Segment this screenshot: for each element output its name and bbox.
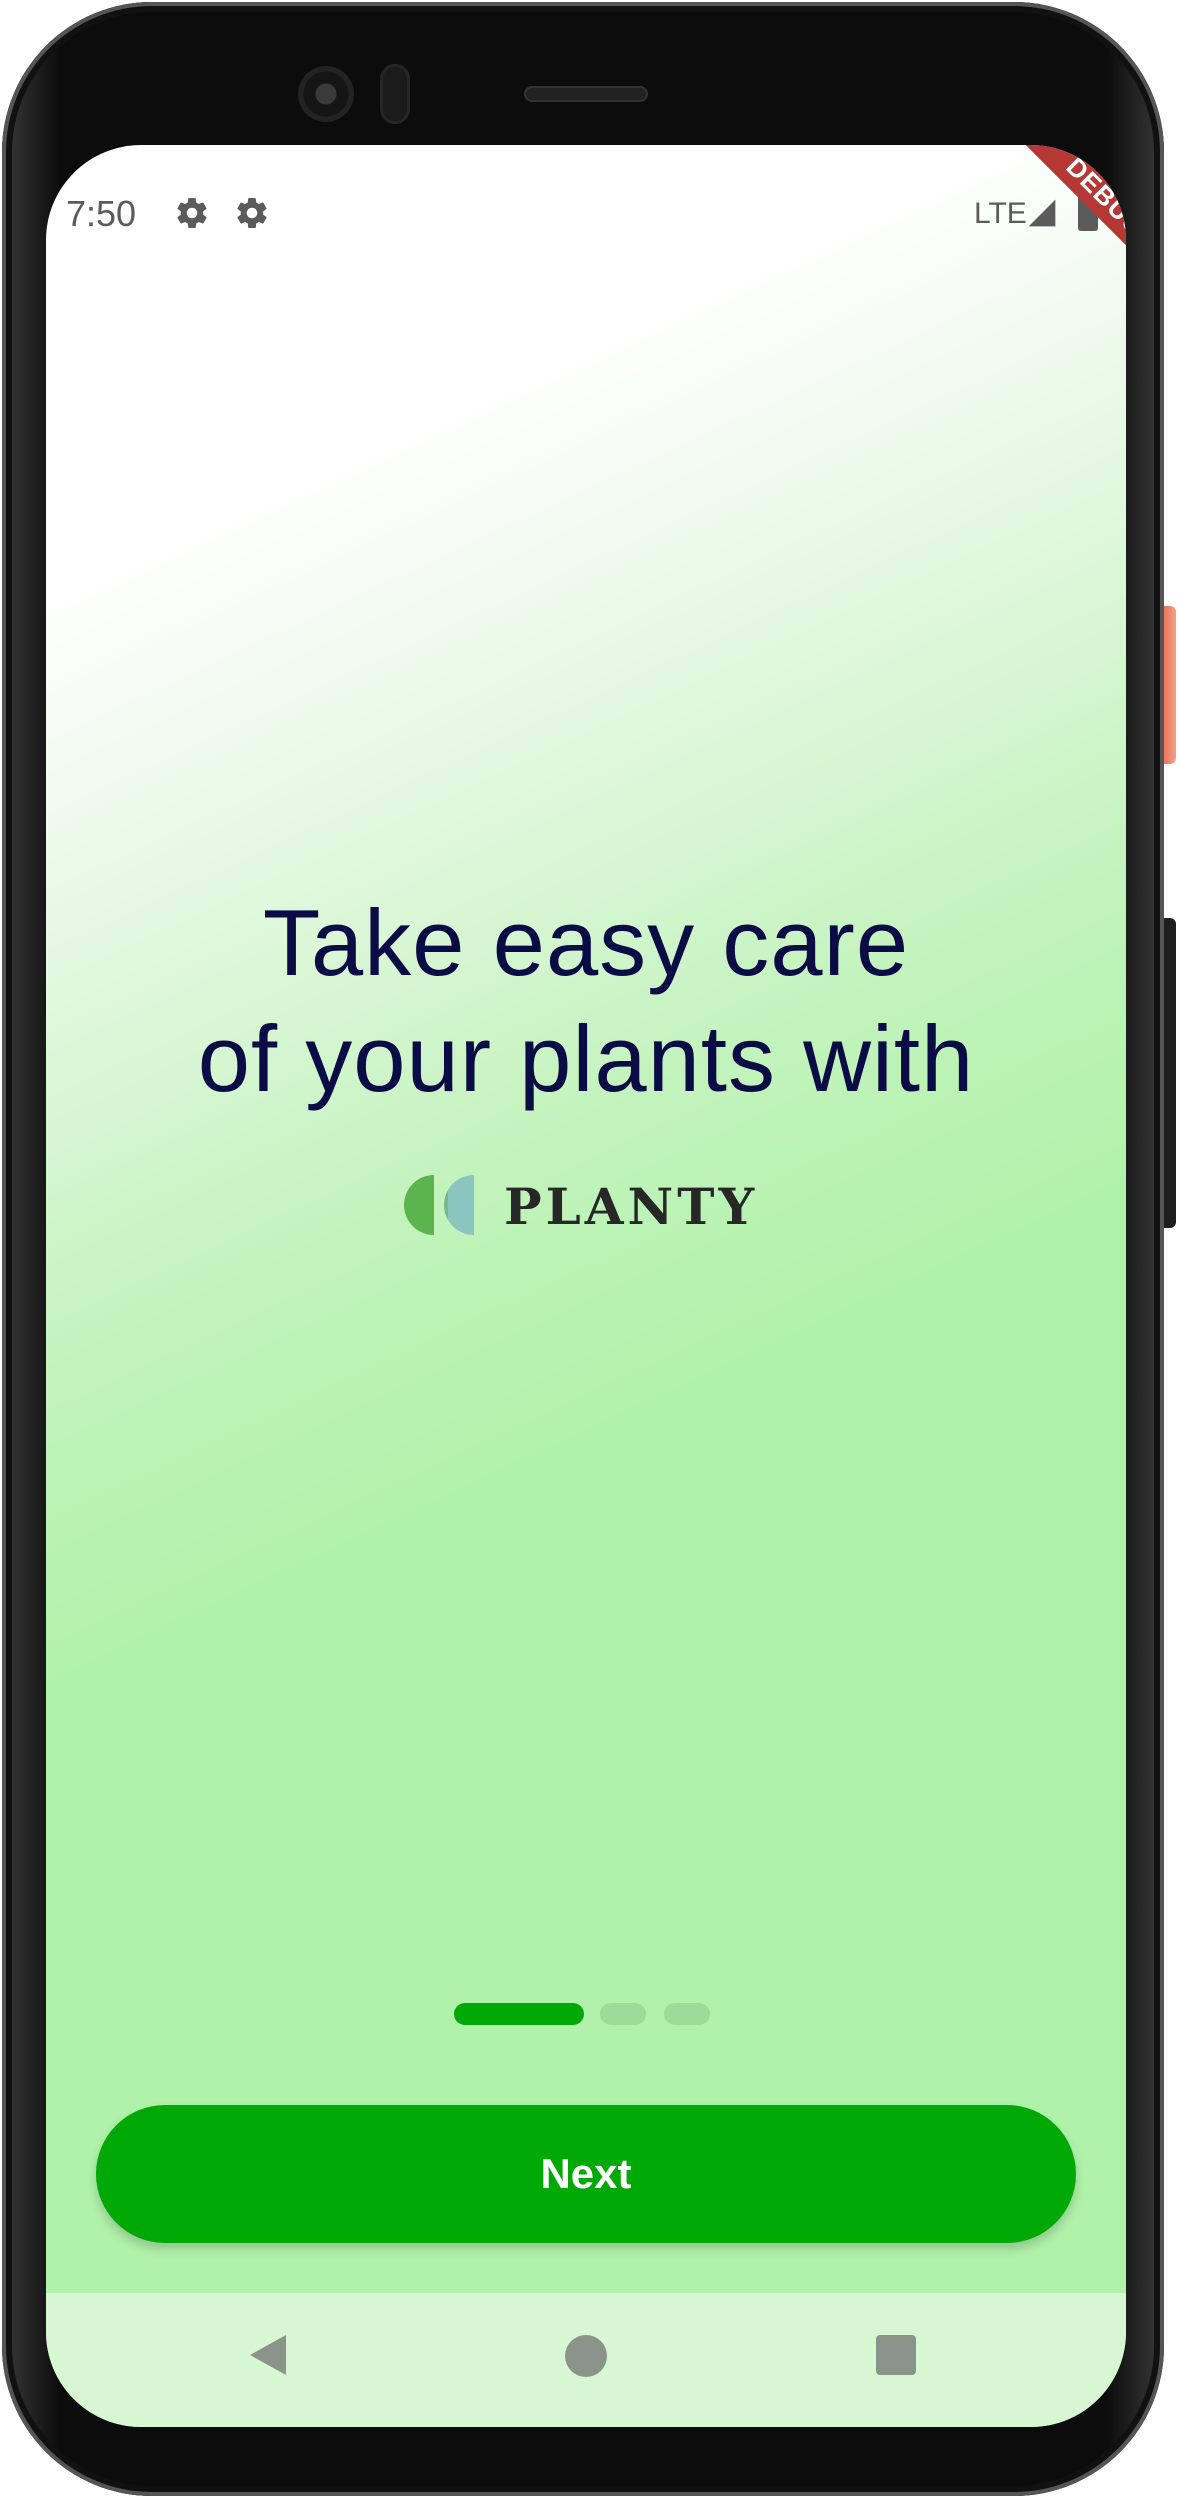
back-icon[interactable] <box>248 2333 288 2377</box>
brand-name: PLANTY <box>504 1177 759 1236</box>
settings-gear-icon <box>177 198 207 229</box>
earpiece-speaker <box>524 86 648 102</box>
next-button[interactable]: Next <box>96 2105 1076 2243</box>
network-type-label: LTE <box>974 197 1027 230</box>
app-screen: 7:50 LTE DEBUG Take easy care of your pl… <box>46 145 1126 2427</box>
page-indicator-dot-active <box>454 2003 584 2025</box>
status-bar: 7:50 LTE DEBUG <box>46 145 1126 285</box>
power-button <box>1164 606 1176 764</box>
page-indicator <box>454 2003 754 2027</box>
status-time: 7:50 <box>66 193 137 234</box>
home-icon[interactable] <box>565 2335 607 2377</box>
volume-button <box>1164 918 1176 1228</box>
page-indicator-dot <box>664 2003 710 2025</box>
signal-icon <box>1028 199 1056 227</box>
planty-logo-icon <box>404 1175 474 1235</box>
planty-logo: PLANTY <box>400 1173 780 1237</box>
headline-line-2: of your plants with <box>197 1006 975 1111</box>
front-camera <box>298 66 354 122</box>
proximity-sensor <box>380 64 410 124</box>
recents-icon[interactable] <box>876 2335 916 2375</box>
system-navigation-bar <box>46 2293 1126 2427</box>
page-indicator-dot <box>600 2003 646 2025</box>
headline-line-1: Take easy care <box>262 890 910 995</box>
onboarding-headline: Take easy care of your plants with <box>46 885 1126 1117</box>
settings-gear-icon <box>237 198 267 229</box>
